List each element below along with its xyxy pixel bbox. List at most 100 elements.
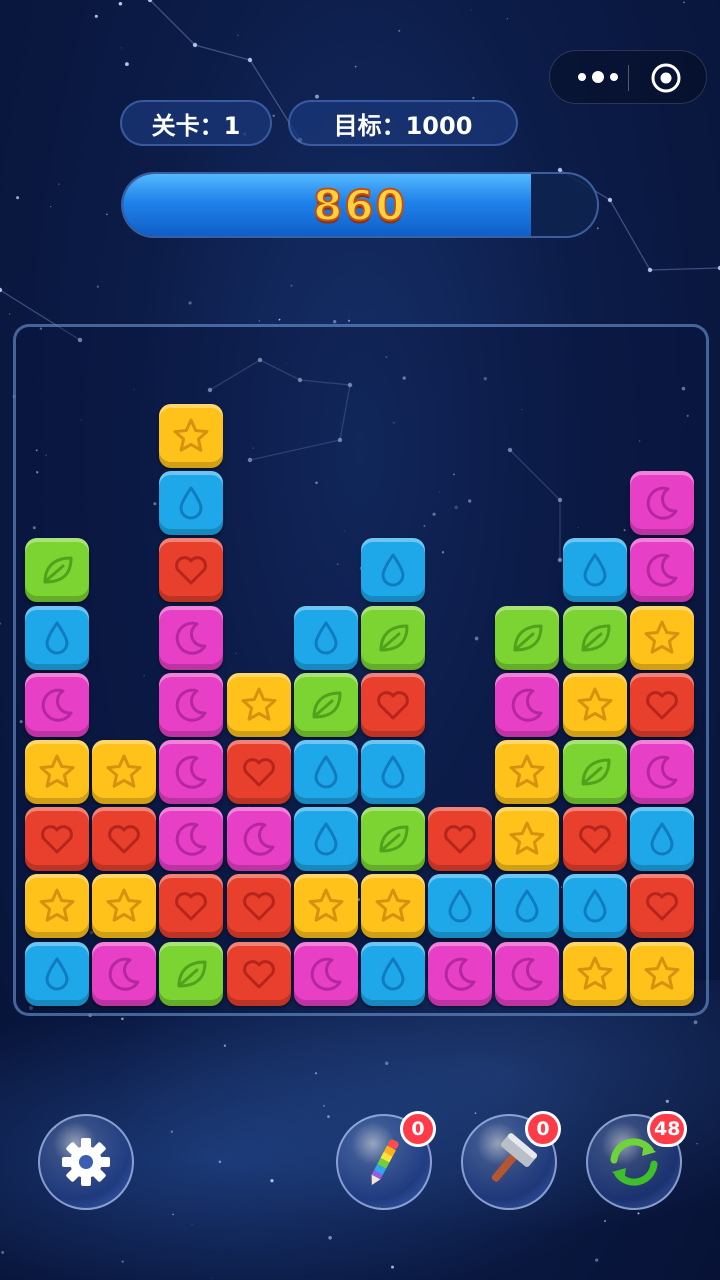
- tile-drop[interactable]: [361, 538, 425, 603]
- drop-icon: [583, 889, 607, 923]
- tile-heart[interactable]: [226, 941, 291, 1006]
- tile-star[interactable]: [92, 874, 157, 939]
- tile-moon[interactable]: [629, 471, 694, 536]
- tile-drop[interactable]: [159, 471, 224, 536]
- tile-heart[interactable]: [428, 807, 493, 872]
- tile-heart[interactable]: [226, 740, 291, 804]
- more-dots-icon[interactable]: [570, 64, 626, 90]
- heart-icon: [645, 690, 678, 720]
- moon-icon: [646, 554, 678, 588]
- moon-icon: [176, 822, 207, 856]
- tile-star[interactable]: [92, 740, 157, 804]
- drop-icon: [314, 621, 338, 655]
- moon-icon: [646, 755, 678, 789]
- tile-drop[interactable]: [495, 874, 560, 939]
- tile-drop[interactable]: [293, 807, 358, 872]
- tile-moon[interactable]: [25, 672, 89, 737]
- heart-icon: [377, 690, 409, 720]
- heart-icon: [242, 758, 275, 787]
- tile-moon[interactable]: [159, 740, 224, 804]
- tile-star[interactable]: [159, 404, 224, 468]
- tile-heart[interactable]: [629, 874, 694, 939]
- tile-moon[interactable]: [495, 941, 560, 1006]
- drop-icon: [314, 822, 338, 856]
- tile-drop[interactable]: [361, 941, 425, 1006]
- tile-moon[interactable]: [629, 538, 694, 603]
- tile-star[interactable]: [361, 874, 425, 939]
- star-icon: [509, 821, 545, 855]
- tile-leaf[interactable]: [495, 605, 560, 670]
- tile-moon[interactable]: [226, 807, 291, 872]
- star-icon: [39, 754, 75, 788]
- tile-star[interactable]: [293, 874, 358, 939]
- tile-star[interactable]: [562, 941, 627, 1006]
- tile-star[interactable]: [629, 605, 694, 670]
- tile-star[interactable]: [495, 807, 560, 872]
- level-capsule: 关卡：1: [120, 100, 272, 146]
- tile-moon[interactable]: [629, 740, 694, 804]
- leaf-icon: [581, 758, 611, 786]
- tile-heart[interactable]: [226, 874, 291, 939]
- tile-leaf[interactable]: [562, 605, 627, 670]
- tile-drop[interactable]: [428, 874, 493, 939]
- tile-heart[interactable]: [562, 807, 627, 872]
- tile-leaf[interactable]: [361, 807, 425, 872]
- heart-icon: [578, 825, 611, 854]
- star-icon: [241, 687, 277, 721]
- heart-icon: [108, 825, 141, 854]
- moon-icon: [512, 688, 543, 722]
- tile-heart[interactable]: [629, 672, 694, 737]
- drop-icon: [45, 621, 69, 655]
- tile-star[interactable]: [495, 740, 560, 804]
- tile-star[interactable]: [25, 874, 89, 939]
- tile-moon[interactable]: [428, 941, 493, 1006]
- tile-leaf[interactable]: [25, 538, 89, 603]
- gear-icon: [62, 1138, 110, 1186]
- tile-leaf[interactable]: [159, 941, 224, 1006]
- tile-drop[interactable]: [25, 605, 89, 670]
- moon-icon: [176, 621, 207, 655]
- tile-moon[interactable]: [159, 605, 224, 670]
- tile-star[interactable]: [25, 740, 89, 804]
- target-capsule: 目标：1000: [288, 100, 518, 146]
- tile-heart[interactable]: [159, 874, 224, 939]
- tile-drop[interactable]: [562, 874, 627, 939]
- menu-divider: [628, 65, 629, 91]
- tile-moon[interactable]: [159, 807, 224, 872]
- leaf-icon: [379, 624, 409, 652]
- tile-star[interactable]: [629, 941, 694, 1006]
- tile-drop[interactable]: [361, 740, 425, 804]
- tile-drop[interactable]: [293, 605, 358, 670]
- tile-star[interactable]: [226, 672, 291, 737]
- moon-icon: [243, 822, 275, 856]
- tile-moon[interactable]: [293, 941, 358, 1006]
- drop-icon: [45, 957, 69, 991]
- star-icon: [509, 754, 545, 788]
- tile-drop[interactable]: [562, 538, 627, 603]
- star-icon: [644, 956, 680, 990]
- tile-drop[interactable]: [629, 807, 694, 872]
- tile-heart[interactable]: [159, 538, 224, 603]
- tile-moon[interactable]: [495, 672, 560, 737]
- star-icon: [577, 687, 613, 721]
- moon-icon: [512, 957, 543, 991]
- tile-heart[interactable]: [92, 807, 157, 872]
- tile-moon[interactable]: [159, 672, 224, 737]
- tile-star[interactable]: [562, 672, 627, 737]
- tile-drop[interactable]: [25, 941, 89, 1006]
- star-icon: [375, 888, 411, 923]
- tile-leaf[interactable]: [361, 605, 425, 670]
- tile-heart[interactable]: [361, 672, 425, 737]
- hammer-count-badge: 0: [525, 1111, 561, 1147]
- tile-moon[interactable]: [92, 941, 157, 1006]
- tile-leaf[interactable]: [293, 672, 358, 737]
- tile-leaf[interactable]: [562, 740, 627, 804]
- paint-count-badge: 0: [400, 1111, 436, 1147]
- tile-heart[interactable]: [25, 807, 89, 872]
- moon-icon: [444, 957, 476, 991]
- moon-icon: [646, 486, 678, 520]
- settings-button[interactable]: [38, 1114, 134, 1210]
- target-circle-icon[interactable]: [650, 62, 682, 94]
- drop-icon: [179, 486, 203, 520]
- tile-drop[interactable]: [293, 740, 358, 804]
